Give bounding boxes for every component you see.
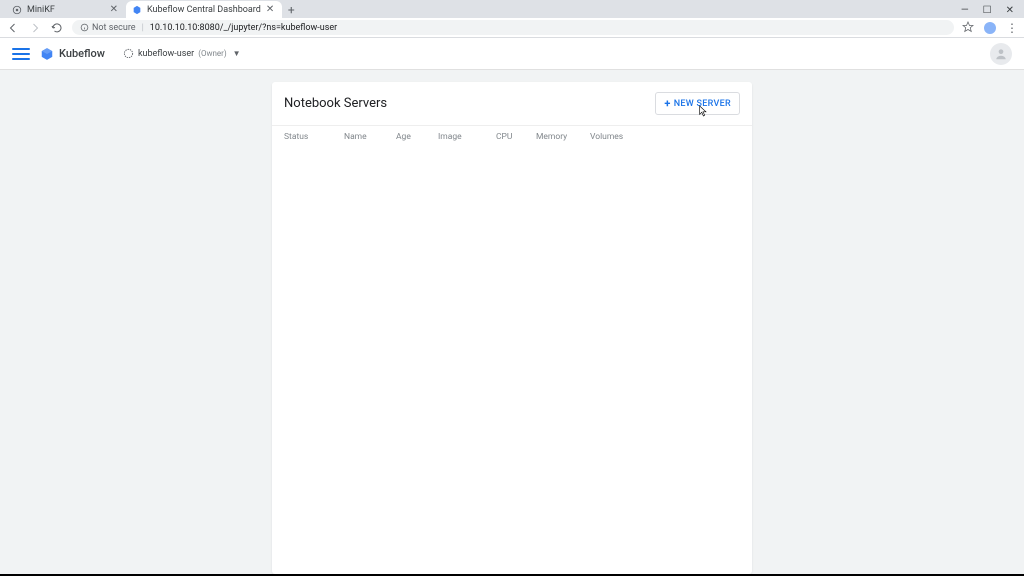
nav-back-button[interactable] — [6, 21, 20, 35]
browser-tab[interactable]: MiniKF ✕ — [6, 1, 126, 18]
tab-close-icon[interactable]: ✕ — [266, 4, 274, 15]
browser-toolbar: Not secure | 10.10.10.10:8080/_/jupyter/… — [0, 18, 1024, 38]
tab-favicon — [12, 5, 22, 15]
address-bar[interactable]: Not secure | 10.10.10.10:8080/_/jupyter/… — [72, 20, 954, 35]
security-indicator[interactable]: Not secure — [80, 23, 136, 33]
col-header-volumes: Volumes — [590, 132, 740, 142]
person-icon — [994, 47, 1008, 61]
col-header-cpu: CPU — [496, 132, 536, 142]
namespace-role: (Owner) — [198, 49, 226, 58]
nav-forward-button[interactable] — [28, 21, 42, 35]
col-header-age: Age — [396, 132, 438, 142]
namespace-name: kubeflow-user — [138, 49, 194, 59]
menu-toggle-button[interactable] — [12, 45, 30, 63]
window-maximize-icon[interactable]: ☐ — [983, 5, 992, 16]
cursor-icon — [698, 105, 708, 120]
window-minimize-icon[interactable]: — — [961, 5, 969, 16]
chrome-profile-avatar[interactable] — [984, 22, 996, 34]
bookmark-star-icon[interactable] — [962, 18, 974, 37]
card-title: Notebook Servers — [284, 96, 387, 111]
nav-reload-button[interactable] — [50, 21, 64, 35]
tab-title: Kubeflow Central Dashboard — [147, 5, 261, 15]
tab-close-icon[interactable]: ✕ — [110, 4, 118, 15]
brand-name: Kubeflow — [59, 47, 105, 60]
brand[interactable]: Kubeflow — [40, 47, 105, 61]
new-server-button[interactable]: + NEW SERVER — [655, 92, 740, 115]
browser-tab[interactable]: Kubeflow Central Dashboard ✕ — [126, 1, 282, 18]
col-header-name: Name — [344, 132, 396, 142]
col-header-memory: Memory — [536, 132, 590, 142]
main-content: Notebook Servers + NEW SERVER Status Nam… — [0, 70, 1024, 574]
tab-title: MiniKF — [27, 5, 105, 15]
plus-icon: + — [664, 97, 670, 110]
namespace-icon — [123, 48, 134, 59]
tab-favicon — [132, 5, 142, 15]
new-tab-button[interactable]: + — [282, 1, 300, 18]
namespace-selector[interactable]: kubeflow-user (Owner) ▼ — [123, 48, 241, 59]
security-label: Not secure — [92, 23, 136, 33]
col-header-status: Status — [284, 132, 344, 142]
table-header-row: Status Name Age Image CPU Memory Volumes — [272, 125, 752, 150]
info-icon — [80, 23, 89, 32]
app-header: Kubeflow kubeflow-user (Owner) ▼ — [0, 38, 1024, 70]
kubeflow-logo-icon — [40, 47, 54, 61]
chrome-menu-icon[interactable]: ⋮ — [1006, 21, 1018, 35]
browser-tabstrip: MiniKF ✕ Kubeflow Central Dashboard ✕ + … — [0, 0, 1024, 18]
window-close-icon[interactable]: ✕ — [1006, 5, 1014, 16]
profile-avatar[interactable] — [990, 43, 1012, 65]
url-text: 10.10.10.10:8080/_/jupyter/?ns=kubeflow-… — [150, 23, 337, 33]
col-header-image: Image — [438, 132, 496, 142]
chevron-down-icon: ▼ — [233, 49, 241, 58]
notebook-servers-card: Notebook Servers + NEW SERVER Status Nam… — [272, 82, 752, 574]
